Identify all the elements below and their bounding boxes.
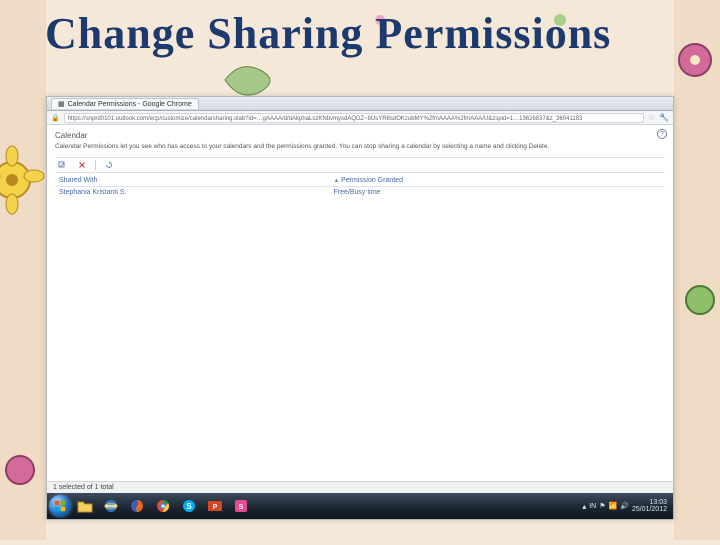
col-shared-with[interactable]: Shared With <box>55 175 330 187</box>
skype-icon: S <box>181 498 197 514</box>
browser-window: ▦ Calendar Permissions - Google Chrome 🔒… <box>46 96 674 520</box>
network-icon[interactable]: 📶 <box>609 502 618 510</box>
taskbar-app-ie[interactable] <box>99 495 123 517</box>
tab-favicon: ▦ <box>58 100 65 108</box>
svg-text:S: S <box>186 502 192 511</box>
table-header-row: Shared With ▲ Permission Granted <box>55 175 665 187</box>
page-description: Calendar Permissions let you see who has… <box>55 143 665 151</box>
taskbar-clock[interactable]: 13:03 25/01/2012 <box>632 499 667 513</box>
ie-icon <box>103 498 119 514</box>
delete-icon <box>78 161 86 169</box>
clock-date: 25/01/2012 <box>632 506 667 513</box>
permissions-table: Shared With ▲ Permission Granted Stephan… <box>55 175 665 198</box>
tray-expand-icon[interactable]: ▴ <box>582 502 586 511</box>
windows-logo-icon <box>54 500 66 512</box>
chrome-tab-strip: ▦ Calendar Permissions - Google Chrome <box>47 97 673 111</box>
taskbar-app-generic[interactable]: S <box>229 495 253 517</box>
chrome-url-bar: 🔒 https://snprd0101.outlook.com/ecp/cust… <box>47 111 673 125</box>
selection-status-text: 1 selected of 1 total <box>53 484 114 491</box>
folder-icon <box>77 498 93 514</box>
system-tray: ▴ IN ⚑ 📶 🔊 13:03 25/01/2012 <box>582 499 671 513</box>
taskbar-app-firefox[interactable] <box>125 495 149 517</box>
delete-button[interactable] <box>75 160 89 170</box>
tab-title: Calendar Permissions - Google Chrome <box>68 101 192 108</box>
taskbar-app-powerpoint[interactable]: P <box>203 495 227 517</box>
cell-permission: Free/Busy time <box>330 186 666 198</box>
svg-text:P: P <box>213 504 218 511</box>
page-heading: Calendar <box>55 131 665 140</box>
lock-icon: 🔒 <box>51 114 60 122</box>
taskbar-app-chrome[interactable] <box>151 495 175 517</box>
page-content: ? Calendar Calendar Permissions let you … <box>47 125 673 481</box>
firefox-icon <box>129 498 145 514</box>
permissions-toolbar <box>55 157 665 173</box>
cell-shared-name: Stephania Kristanti S. <box>55 186 330 198</box>
language-indicator[interactable]: IN <box>589 503 596 510</box>
powerpoint-icon: P <box>207 498 223 514</box>
windows-taskbar: S P S ▴ IN ⚑ 📶 🔊 13:03 25/01/2012 <box>47 493 673 519</box>
refresh-icon <box>105 161 113 169</box>
taskbar-app-skype[interactable]: S <box>177 495 201 517</box>
slide-title: Change Sharing Permissions <box>45 8 611 59</box>
refresh-button[interactable] <box>102 160 116 170</box>
edit-icon <box>58 161 66 169</box>
start-button[interactable] <box>49 495 71 517</box>
app-icon: S <box>233 498 249 514</box>
help-icon[interactable]: ? <box>657 129 667 139</box>
col-permission-granted[interactable]: ▲ Permission Granted <box>330 175 666 187</box>
volume-icon[interactable]: 🔊 <box>620 502 629 510</box>
browser-tab[interactable]: ▦ Calendar Permissions - Google Chrome <box>51 98 199 109</box>
table-row[interactable]: Stephania Kristanti S. Free/Busy time <box>55 186 665 198</box>
edit-button[interactable] <box>55 160 69 170</box>
clock-time: 13:03 <box>632 499 667 506</box>
bookmark-star-icon[interactable]: ☆ <box>648 113 655 122</box>
taskbar-app-explorer[interactable] <box>73 495 97 517</box>
toolbar-divider <box>95 160 96 170</box>
address-input[interactable]: https://snprd0101.outlook.com/ecp/custom… <box>64 113 644 123</box>
wrench-icon[interactable]: 🔧 <box>659 113 669 122</box>
svg-text:S: S <box>239 504 244 511</box>
action-center-icon[interactable]: ⚑ <box>599 502 605 510</box>
sort-asc-icon: ▲ <box>334 178 342 184</box>
chrome-icon <box>155 498 171 514</box>
selection-status-bar: 1 selected of 1 total <box>47 481 673 493</box>
